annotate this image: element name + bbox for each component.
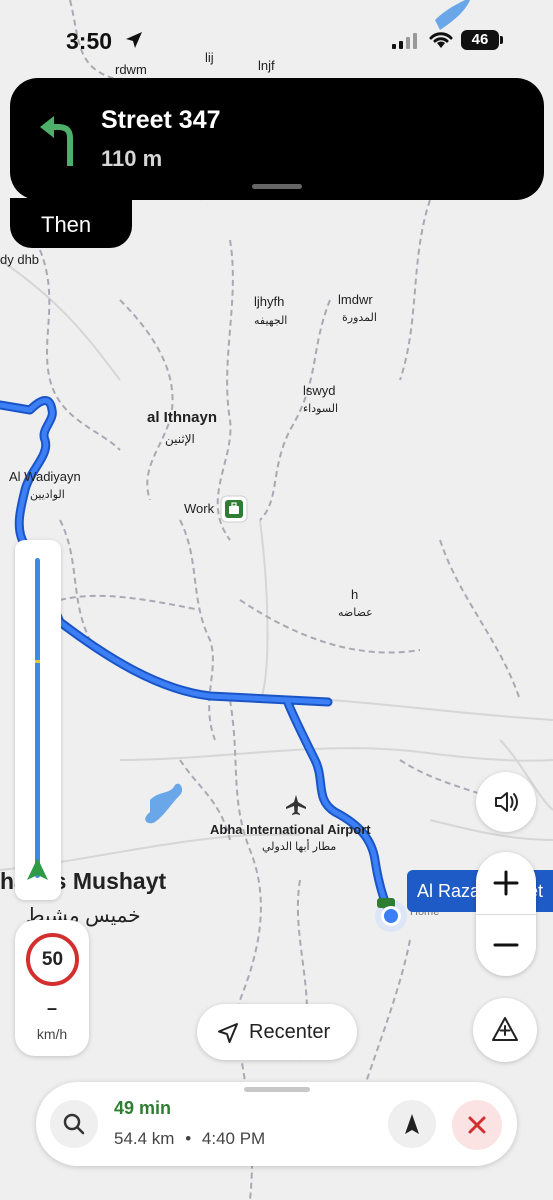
- map-label-work[interactable]: Work: [184, 501, 214, 516]
- recenter-button[interactable]: Recenter: [197, 1004, 357, 1060]
- location-arrow-icon: [126, 32, 142, 48]
- next-street-name: Street 347: [101, 106, 221, 134]
- speed-limit-sign: 50: [26, 933, 79, 986]
- speed-widget: 50 – km/h: [15, 920, 89, 1056]
- status-time: 3:50: [66, 28, 113, 54]
- turn-left-arrow-icon: [40, 116, 73, 166]
- speed-unit: km/h: [36, 1026, 68, 1042]
- map-label-lswyd-ar: السوداء: [303, 403, 339, 415]
- navigation-banner[interactable]: Street 347 110 m: [10, 78, 544, 200]
- compass-button[interactable]: [388, 1100, 436, 1148]
- plus-icon: [493, 870, 519, 896]
- zoom-in-button[interactable]: [476, 852, 536, 914]
- zoom-control: [476, 852, 536, 976]
- map-label-al-wadiyayn-ar: الواديين: [30, 489, 65, 501]
- recenter-label: Recenter: [249, 1021, 331, 1043]
- search-button[interactable]: [50, 1100, 98, 1148]
- trip-separator: •: [185, 1129, 192, 1148]
- map-label-al-wadiyayn: Al Wadiyayn: [9, 469, 81, 484]
- cellular-signal-icon: [392, 33, 417, 49]
- current-speed: –: [46, 998, 57, 1018]
- report-incident-button[interactable]: [473, 998, 537, 1062]
- map-label-ljhyfh: ljhyfh: [254, 294, 285, 309]
- then-maneuver-chip[interactable]: Then: [10, 198, 132, 248]
- map-label-al-ithnayn-ar: الإثنين: [165, 432, 195, 446]
- battery-indicator: 46: [461, 30, 499, 50]
- search-icon: [63, 1113, 85, 1135]
- next-turn-distance: 110 m: [101, 146, 163, 171]
- trip-distance: 54.4 km: [114, 1129, 175, 1148]
- exit-navigation-button[interactable]: [452, 1100, 502, 1150]
- banner-drag-handle[interactable]: [252, 184, 302, 189]
- map-label-dy-dhb: dy dhb: [0, 252, 40, 267]
- navigation-arrow-icon: [218, 1023, 238, 1043]
- trip-details: 54.4 km • 4:40 PM: [114, 1129, 265, 1149]
- compass-arrow-icon: [405, 1114, 419, 1134]
- battery-tip: [500, 36, 503, 44]
- map-label-lmdwr-ar: المدورة: [342, 312, 377, 324]
- map-label-airport-ar: مطار أبها الدولي: [262, 841, 337, 853]
- map-label-lswyd: lswyd: [303, 383, 336, 398]
- zoom-out-button[interactable]: [476, 914, 536, 976]
- route-progress-bar: [15, 540, 61, 900]
- map-label-al-ithnayn: al Ithnayn: [147, 409, 218, 426]
- status-bar: 3:50 46: [0, 0, 553, 80]
- map-label-lmdwr: lmdwr: [338, 292, 373, 307]
- speaker-icon: [495, 792, 518, 812]
- sheet-drag-handle[interactable]: [244, 1087, 310, 1092]
- trip-summary-bar[interactable]: 49 min 54.4 km • 4:40 PM: [36, 1082, 517, 1166]
- map-label-h: h: [351, 587, 359, 602]
- wifi-icon: [429, 32, 453, 48]
- work-pin-icon[interactable]: [220, 495, 248, 523]
- map-label-airport[interactable]: Abha International Airport: [210, 822, 371, 837]
- sound-button[interactable]: [476, 772, 536, 832]
- map-label-h-ar: عضاضه: [338, 607, 373, 619]
- report-warning-icon: [492, 1017, 518, 1041]
- map-label-ljhyfh-ar: الجهيفه: [254, 315, 288, 327]
- close-icon: [468, 1116, 486, 1134]
- then-label: Then: [41, 212, 92, 237]
- arrival-time: 4:40 PM: [201, 1129, 266, 1148]
- eta-duration: 49 min: [114, 1098, 172, 1118]
